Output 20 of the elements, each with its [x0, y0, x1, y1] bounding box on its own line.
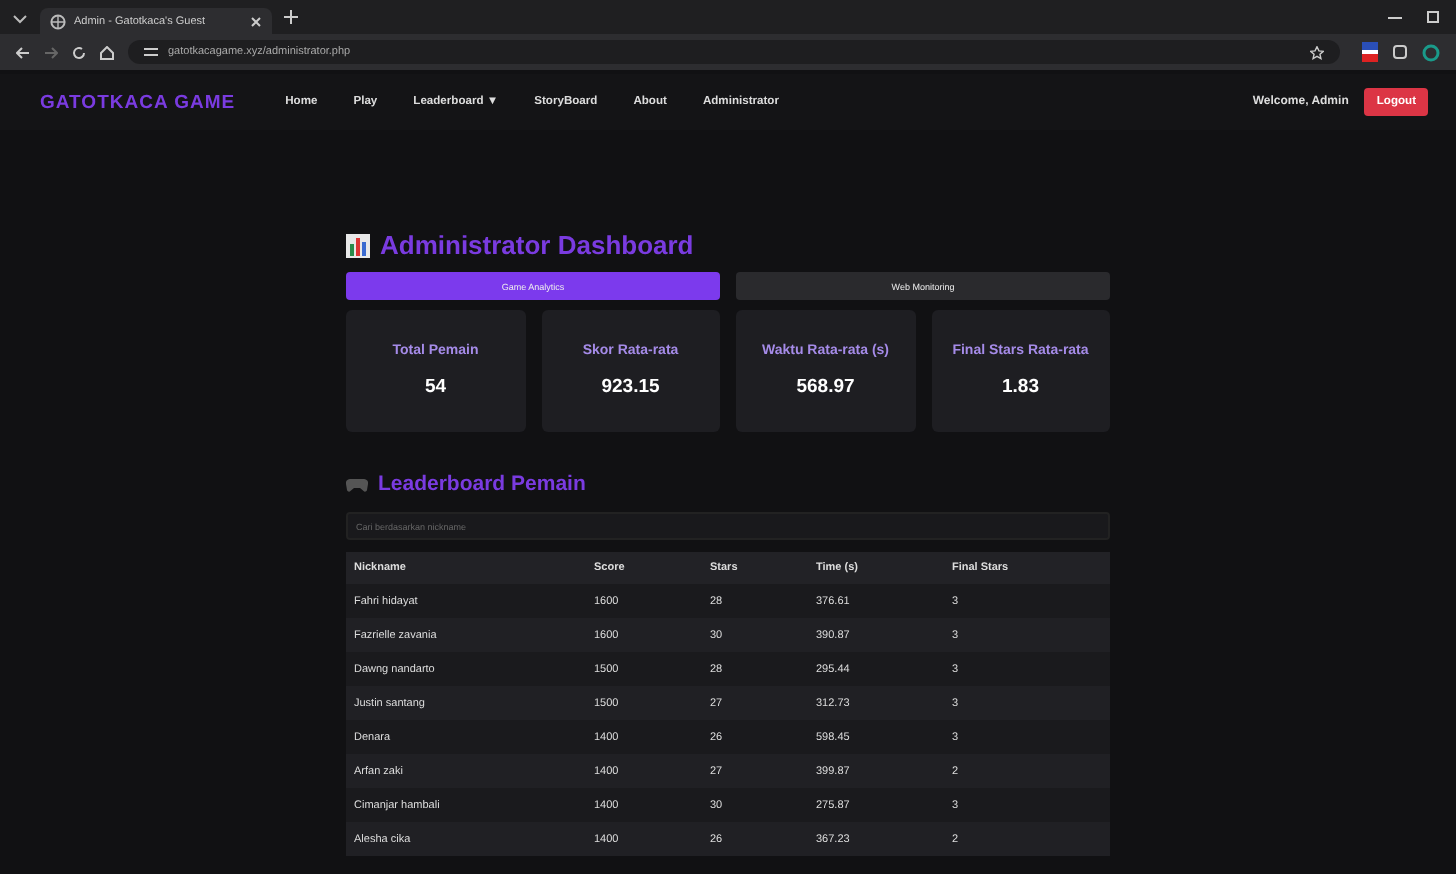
stat-value: 1.83: [1002, 376, 1039, 398]
section-title: Leaderboard Pemain: [378, 472, 586, 496]
stat-value: 568.97: [796, 376, 855, 398]
star-icon[interactable]: [1310, 45, 1324, 59]
home-icon[interactable]: [100, 45, 114, 59]
forward-icon[interactable]: [44, 45, 58, 59]
close-icon[interactable]: [250, 15, 262, 27]
gamepad-icon: [346, 477, 368, 491]
reload-icon[interactable]: [72, 45, 86, 59]
restore-icon[interactable]: [1426, 10, 1440, 24]
tab-list-icon[interactable]: [12, 9, 28, 25]
page-title: Administrator Dashboard: [380, 230, 694, 260]
bar-chart-icon: [346, 233, 370, 257]
back-icon[interactable]: [16, 45, 30, 59]
new-tab-icon[interactable]: [284, 10, 298, 24]
globe-icon: [50, 13, 66, 29]
site-info-icon[interactable]: [144, 46, 158, 58]
stat-value: 923.15: [601, 376, 660, 398]
profile-icon[interactable]: [1422, 43, 1440, 61]
stat-value: 54: [424, 376, 447, 398]
